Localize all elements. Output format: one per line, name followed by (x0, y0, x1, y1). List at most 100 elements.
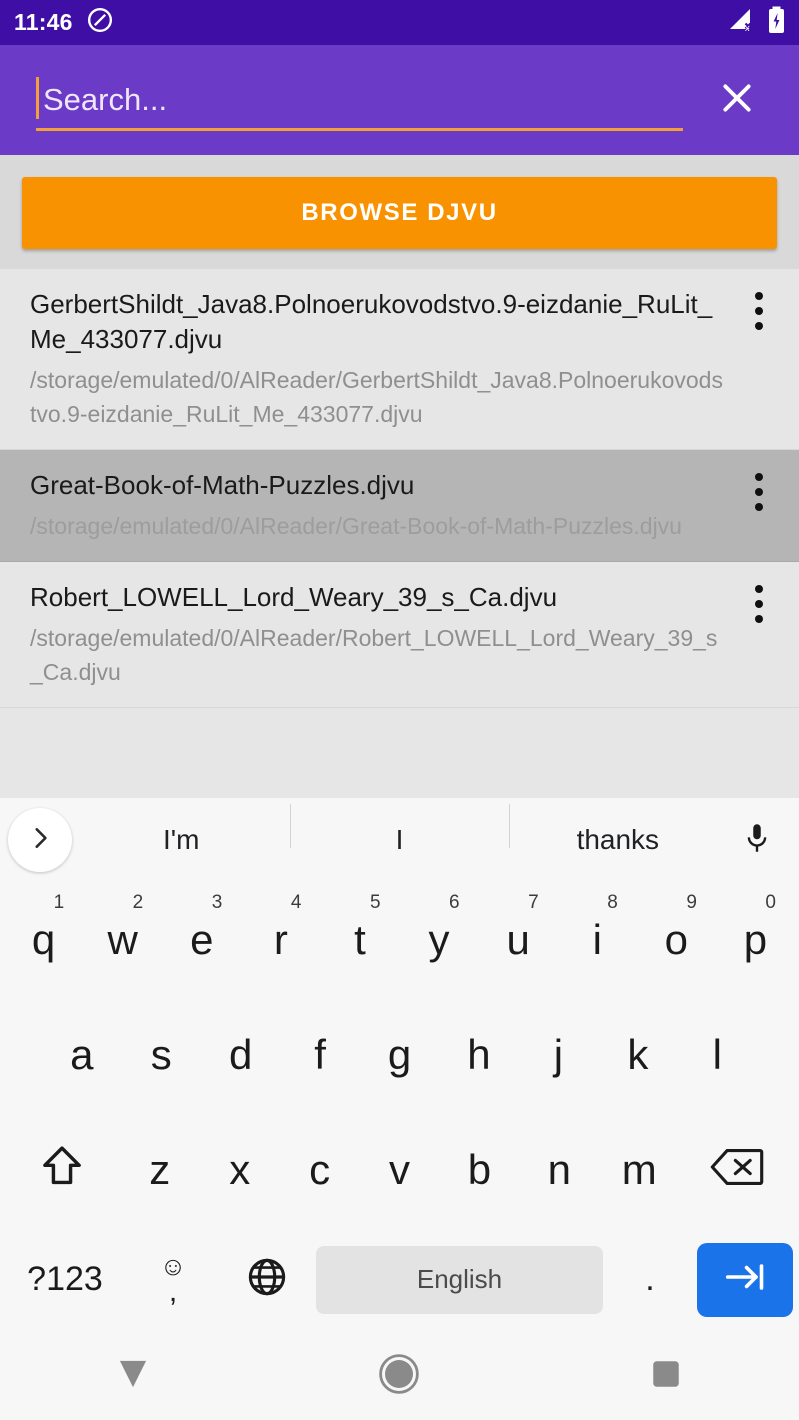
key-label: ?123 (27, 1260, 103, 1298)
file-path: /storage/emulated/0/AlReader/Great-Book-… (30, 512, 682, 539)
key-number-hint: 9 (686, 892, 697, 913)
language-switch-key[interactable] (222, 1256, 312, 1303)
key-f[interactable]: f (280, 997, 359, 1112)
home-circle-icon (378, 1353, 420, 1400)
key-b[interactable]: b (439, 1112, 519, 1227)
key-v[interactable]: v (360, 1112, 440, 1227)
voice-input-button[interactable] (727, 821, 787, 860)
key-y[interactable]: 6 y (400, 882, 479, 997)
key-label: l (712, 1030, 722, 1078)
key-number-hint: 1 (53, 892, 65, 913)
enter-next-key[interactable] (697, 1242, 793, 1317)
key-label: c (309, 1145, 331, 1193)
overflow-menu-button[interactable] (737, 285, 781, 337)
keyboard-row-2: a s d f g h j k l (0, 997, 799, 1112)
key-label: q (31, 915, 56, 963)
key-u[interactable]: 7 u (479, 882, 558, 997)
key-label: j (553, 1030, 564, 1078)
key-label: m (621, 1145, 657, 1193)
suggestion-chip[interactable]: I'm (72, 824, 290, 856)
key-g[interactable]: g (360, 997, 439, 1112)
kebab-dot (755, 472, 763, 481)
key-label: g (387, 1030, 412, 1078)
key-label: y (428, 915, 450, 963)
key-label: a (70, 1030, 94, 1078)
period-key[interactable]: . (607, 1260, 693, 1299)
key-k[interactable]: k (598, 997, 677, 1112)
key-a[interactable]: a (42, 997, 121, 1112)
list-item[interactable]: Great-Book-of-Math-Puzzles.djvu /storage… (0, 449, 799, 563)
suggestion-chip[interactable]: I (290, 804, 508, 856)
symbols-key[interactable]: ?123 (6, 1260, 124, 1299)
back-button[interactable] (73, 1332, 193, 1420)
key-p[interactable]: 0 p (716, 882, 795, 997)
key-d[interactable]: d (201, 997, 280, 1112)
key-label: o (664, 915, 688, 963)
space-key-label: English (416, 1264, 503, 1294)
key-m[interactable]: m (599, 1112, 679, 1227)
file-path: /storage/emulated/0/AlReader/GerbertShil… (30, 367, 723, 427)
key-x[interactable]: x (200, 1112, 280, 1227)
key-t[interactable]: 5 t (320, 882, 399, 997)
key-label: f (314, 1030, 326, 1078)
key-j[interactable]: j (519, 997, 598, 1112)
status-bar-notification-icons (87, 7, 113, 38)
home-button[interactable] (339, 1332, 459, 1420)
recents-square-icon (649, 1357, 683, 1396)
shift-key[interactable] (4, 1112, 120, 1227)
kebab-dot (755, 502, 763, 511)
key-number-hint: 4 (290, 892, 302, 913)
key-number-hint: 2 (132, 892, 144, 913)
key-c[interactable]: c (280, 1112, 360, 1227)
key-label: r (273, 915, 288, 963)
key-label: , (168, 1274, 178, 1308)
dnd-icon (87, 7, 113, 38)
key-label: x (229, 1145, 251, 1193)
key-o[interactable]: 9 o (637, 882, 716, 997)
key-z[interactable]: z (120, 1112, 200, 1227)
key-e[interactable]: 3 e (162, 882, 241, 997)
close-search-button[interactable] (705, 68, 769, 132)
key-number-hint: 6 (449, 892, 460, 913)
software-keyboard: I'm I thanks 1 q 2 w 3 e 4 r 5 t 6 y 7 u… (0, 798, 799, 1332)
file-name: GerbertShildt_Java8.Polnoerukovodstvo.9-… (30, 289, 713, 355)
search-input[interactable] (36, 82, 683, 118)
space-key[interactable]: English (316, 1245, 603, 1314)
overflow-menu-button[interactable] (737, 578, 781, 630)
key-n[interactable]: n (519, 1112, 599, 1227)
keyboard-row-1: 1 q 2 w 3 e 4 r 5 t 6 y 7 u 8 i 9 o 0 p (0, 882, 799, 997)
language-globe-icon (246, 1256, 288, 1303)
svg-text:x: x (745, 23, 750, 33)
emoji-comma-key[interactable]: ☺ , (128, 1253, 218, 1307)
key-i[interactable]: 8 i (558, 882, 637, 997)
overflow-menu-button[interactable] (737, 466, 781, 518)
file-name: Great-Book-of-Math-Puzzles.djvu (30, 469, 415, 500)
key-label: k (627, 1030, 649, 1078)
system-navigation-bar (0, 1332, 799, 1420)
list-item[interactable]: Robert_LOWELL_Lord_Weary_39_s_Ca.djvu /s… (0, 562, 799, 709)
key-number-hint: 5 (369, 892, 381, 913)
key-label: w (107, 915, 138, 963)
key-q[interactable]: 1 q (4, 882, 83, 997)
list-item[interactable]: GerbertShildt_Java8.Polnoerukovodstvo.9-… (0, 269, 799, 450)
key-h[interactable]: h (439, 997, 518, 1112)
recents-button[interactable] (606, 1332, 726, 1420)
search-app-bar (0, 45, 799, 155)
key-label: t (354, 915, 366, 963)
kebab-dot (755, 615, 763, 624)
expand-suggestions-button[interactable] (8, 808, 72, 872)
key-l[interactable]: l (678, 997, 757, 1112)
kebab-dot (755, 322, 763, 330)
search-field-wrapper[interactable] (36, 69, 683, 131)
backspace-key[interactable] (679, 1112, 795, 1227)
browse-djvu-button[interactable]: BROWSE DJVU (22, 177, 777, 249)
microphone-icon (742, 821, 772, 860)
key-w[interactable]: 2 w (83, 882, 162, 997)
key-label: d (228, 1030, 253, 1078)
key-s[interactable]: s (121, 997, 200, 1112)
key-r[interactable]: 4 r (241, 882, 320, 997)
file-browser-content: BROWSE DJVU GerbertShildt_Java8.Polnoeru… (0, 155, 799, 798)
kebab-dot (755, 585, 763, 594)
suggestion-chip[interactable]: thanks (508, 804, 727, 856)
key-label: z (149, 1145, 171, 1193)
